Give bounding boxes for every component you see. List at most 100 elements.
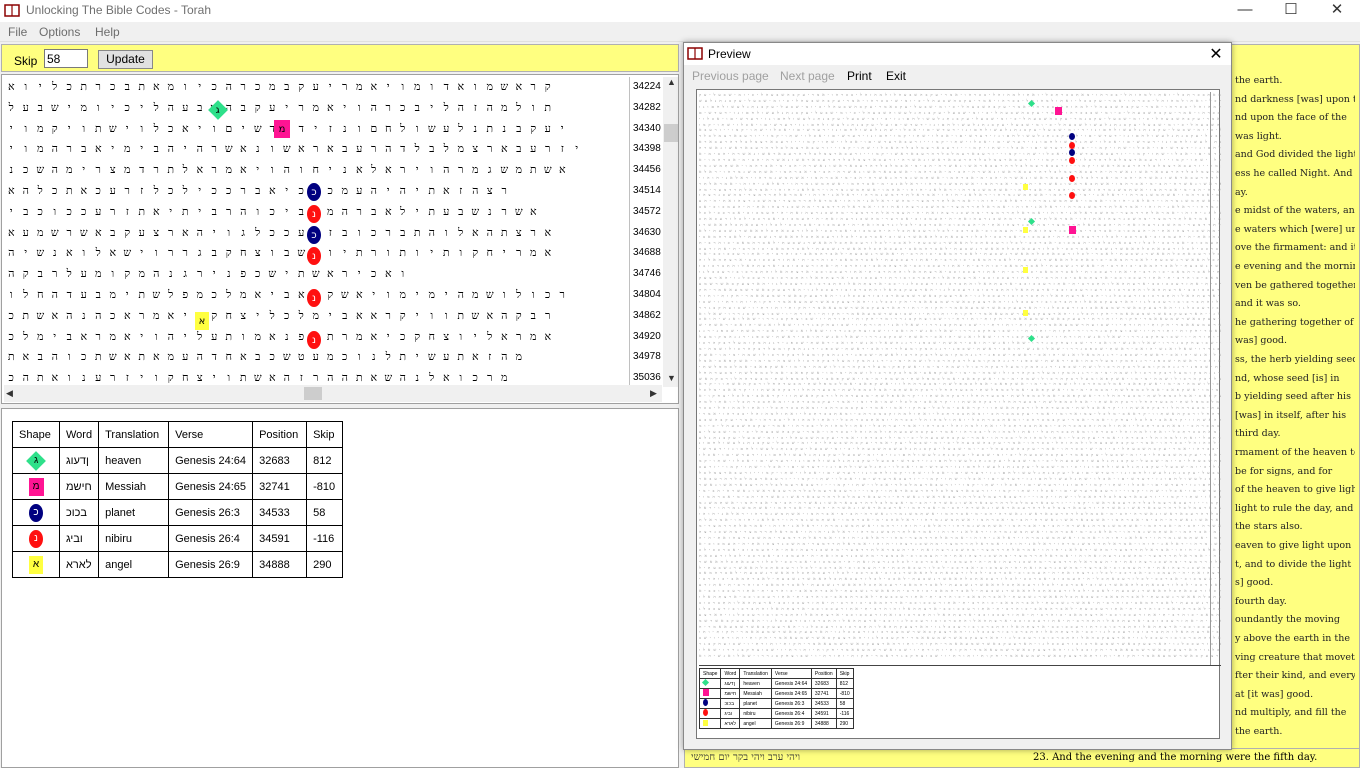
grid-letter[interactable]: ו [439, 306, 454, 327]
grid-letter[interactable]: ה [497, 347, 512, 368]
grid-letter[interactable]: ק [526, 119, 541, 140]
grid-letter[interactable]: ת [62, 181, 77, 202]
grid-letter[interactable]: נ [483, 202, 498, 223]
grid-letter[interactable]: ע [135, 223, 150, 244]
grid-letter[interactable]: ע [178, 347, 193, 368]
grid-letter[interactable]: ת [135, 77, 150, 98]
close-icon[interactable]: ✕ [1206, 44, 1226, 64]
grid-letter[interactable]: ש [106, 119, 121, 140]
grid-letter[interactable]: ו [352, 98, 367, 119]
grid-letter[interactable]: ת [454, 306, 469, 327]
grid-letter[interactable]: ש [33, 306, 48, 327]
grid-letter[interactable]: י [120, 285, 135, 306]
grid-letter[interactable]: י [381, 327, 396, 348]
grid-letter[interactable]: ו [425, 306, 440, 327]
grid-letter[interactable]: י [193, 181, 208, 202]
grid-letter[interactable]: ע [309, 347, 324, 368]
grid-letter[interactable]: ר [497, 181, 512, 202]
grid-letter[interactable]: ש [483, 285, 498, 306]
grid-letter[interactable]: ש [425, 347, 440, 368]
grid-letter[interactable]: ב [280, 243, 295, 264]
grid-letter[interactable]: ע [178, 98, 193, 119]
grid-letter[interactable]: ר [164, 223, 179, 244]
grid-letter[interactable]: י [135, 139, 150, 160]
next-page-button[interactable]: Next page [780, 69, 835, 83]
grid-letter[interactable]: ש [222, 139, 237, 160]
grid-letter[interactable]: ל [149, 119, 164, 140]
grid-letter[interactable]: ו [77, 119, 92, 140]
previous-page-button[interactable]: Previous page [692, 69, 769, 83]
grid-letter[interactable]: ג [193, 243, 208, 264]
grid-letter[interactable]: ה [164, 327, 179, 348]
grid-letter[interactable]: ר [483, 139, 498, 160]
grid-letter[interactable]: א [439, 181, 454, 202]
grid-letter[interactable]: כ [106, 77, 121, 98]
grid-letter[interactable]: ע [541, 119, 556, 140]
grid-letter[interactable]: ם [222, 119, 237, 140]
grid-letter[interactable]: ב [149, 139, 164, 160]
grid-letter[interactable]: כ [265, 202, 280, 223]
grid-letter[interactable]: א [541, 327, 556, 348]
grid-letter[interactable]: נ [48, 243, 63, 264]
grid-letter[interactable]: מ [33, 327, 48, 348]
grid-letter[interactable]: ב [77, 139, 92, 160]
grid-letter[interactable]: ב [19, 202, 34, 223]
grid-letter[interactable]: ג [236, 223, 251, 244]
grid-letter[interactable]: ה [483, 98, 498, 119]
grid-letter[interactable]: ר [62, 223, 77, 244]
grid-letter[interactable]: י [19, 243, 34, 264]
grid-letter[interactable]: ה [222, 77, 237, 98]
grid-letter[interactable]: ב [33, 98, 48, 119]
grid-letter[interactable]: ל [483, 327, 498, 348]
table-row[interactable]: מ חישמ Messiah Genesis 24:65 32741 -810 [12, 473, 344, 500]
grid-letter[interactable]: כ [4, 306, 19, 327]
grid-letter[interactable]: ו [454, 243, 469, 264]
grid-letter[interactable]: כ [367, 223, 382, 244]
grid-letter[interactable]: ב [280, 285, 295, 306]
grid-letter[interactable]: ה [236, 202, 251, 223]
grid-letter[interactable]: מ [193, 285, 208, 306]
grid-letter[interactable]: ו [149, 327, 164, 348]
grid-letter[interactable]: י [62, 119, 77, 140]
grid-letter[interactable]: י [251, 160, 266, 181]
grid-letter[interactable]: מ [526, 327, 541, 348]
grid-letter[interactable]: ה [193, 223, 208, 244]
grid-letter[interactable]: ר [338, 327, 353, 348]
grid-letter[interactable]: צ [468, 139, 483, 160]
grid-letter[interactable]: ו [352, 347, 367, 368]
grid-letter[interactable]: ה [164, 139, 179, 160]
grid-letter[interactable]: ל [62, 264, 77, 285]
grid-letter[interactable]: ר [91, 77, 106, 98]
grid-letter[interactable]: מ [236, 285, 251, 306]
grid-letter[interactable]: ו [526, 98, 541, 119]
grid-letter[interactable]: ר [541, 139, 556, 160]
grid-letter[interactable]: כ [222, 181, 237, 202]
grid-letter[interactable]: ו [294, 160, 309, 181]
grid-letter[interactable]: א [323, 139, 338, 160]
grid-letter[interactable]: ד [135, 160, 150, 181]
grid-letter[interactable]: כ [48, 181, 63, 202]
grid-letter[interactable]: ו [497, 285, 512, 306]
grid-letter[interactable]: ר [135, 306, 150, 327]
grid-letter[interactable]: י [570, 139, 585, 160]
grid-letter[interactable]: צ [483, 181, 498, 202]
grid-letter[interactable]: ה [4, 243, 19, 264]
grid-letter[interactable]: י [497, 243, 512, 264]
menu-help[interactable]: Help [95, 25, 120, 39]
grid-letter[interactable]: ה [48, 285, 63, 306]
grid-letter[interactable]: ב [251, 347, 266, 368]
grid-letter[interactable]: א [4, 223, 19, 244]
grid-letter[interactable]: ז [120, 202, 135, 223]
preview-window[interactable]: Preview ✕ Previous page Next page Print … [683, 42, 1232, 750]
grid-letter[interactable]: ת [541, 98, 556, 119]
grid-letter[interactable]: ק [410, 327, 425, 348]
grid-letter[interactable]: ב [338, 306, 353, 327]
grid-letter[interactable]: י [135, 243, 150, 264]
grid-letter[interactable]: ר [178, 243, 193, 264]
grid-letter[interactable]: א [526, 202, 541, 223]
grid-letter[interactable]: ו [425, 160, 440, 181]
grid-letter[interactable]: א [120, 306, 135, 327]
grid-letter[interactable]: י [135, 98, 150, 119]
grid-letter[interactable]: ו [62, 347, 77, 368]
grid-letter[interactable]: י [338, 98, 353, 119]
